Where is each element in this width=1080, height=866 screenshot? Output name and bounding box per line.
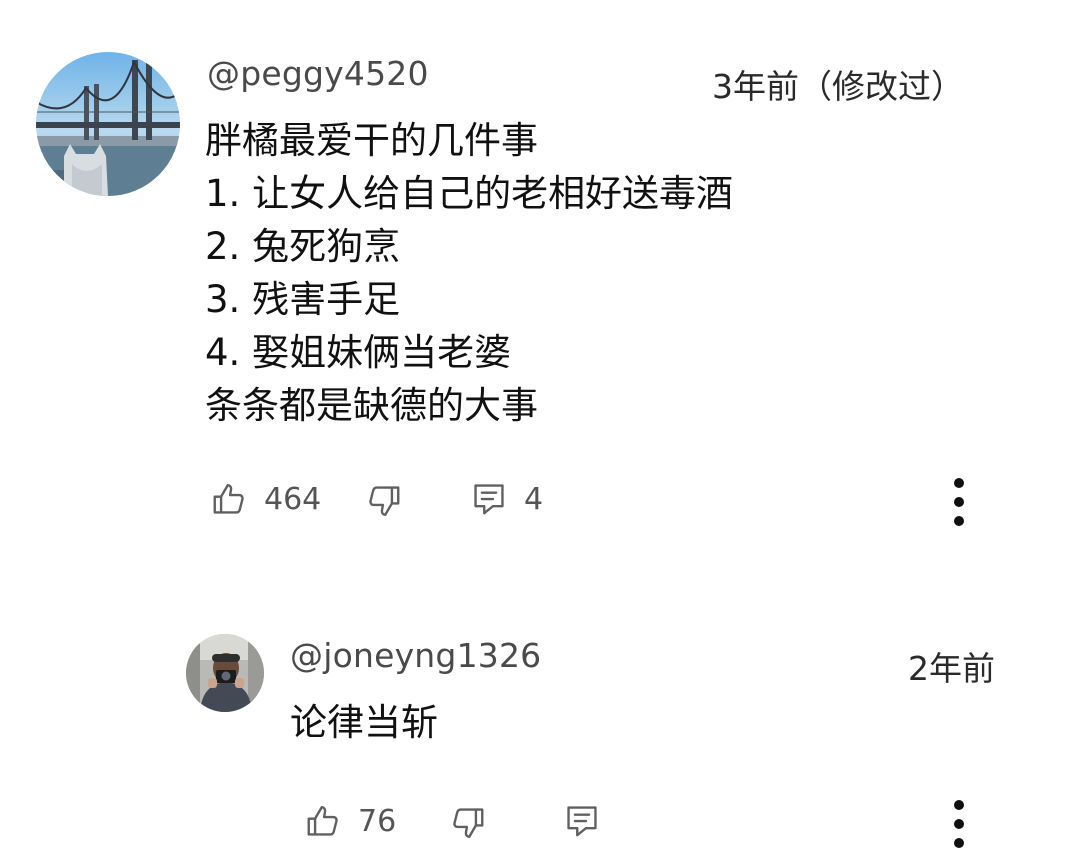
comment-line: 2. 兔死狗烹 <box>205 225 401 268</box>
thumbs-down-icon <box>449 804 487 842</box>
bridge-photo-avatar-icon <box>36 52 180 196</box>
comment-icon <box>470 480 508 518</box>
dislike-button[interactable] <box>449 804 487 842</box>
reply-button[interactable]: 4 <box>470 480 543 518</box>
comment-timestamp: 3年前（修改过） <box>712 67 964 106</box>
like-count: 464 <box>264 481 322 517</box>
reply-count: 4 <box>524 481 544 517</box>
thumbs-up-icon <box>304 802 342 840</box>
comment-body: 胖橘最爱干的几件事 1. 让女人给自己的老相好送毒酒 2. 兔死狗烹 3. 残害… <box>205 114 733 432</box>
comment-timestamp: 2年前 <box>908 649 995 688</box>
like-button[interactable]: 76 <box>304 802 396 840</box>
more-vertical-icon[interactable] <box>953 478 965 530</box>
comment-line: 3. 残害手足 <box>205 278 401 321</box>
like-button[interactable]: 464 <box>210 480 321 518</box>
comment-line: 胖橘最爱干的几件事 <box>205 119 538 162</box>
comment-line: 4. 娶姐妹俩当老婆 <box>205 331 512 374</box>
comment-line: 条条都是缺德的大事 <box>205 384 538 427</box>
thumbs-up-icon <box>210 480 248 518</box>
avatar[interactable] <box>186 634 264 712</box>
comments-page: @peggy4520 3年前（修改过） 胖橘最爱干的几件事 1. 让女人给自己的… <box>0 0 1080 866</box>
dislike-button[interactable] <box>365 482 403 520</box>
reply-button[interactable] <box>563 802 601 840</box>
comment-line: 论律当斩 <box>290 701 438 744</box>
comment-body: 论律当斩 <box>290 696 438 749</box>
comment-author-handle[interactable]: @peggy4520 <box>207 54 429 93</box>
more-vertical-icon[interactable] <box>953 800 965 852</box>
comment-author-handle[interactable]: @joneyng1326 <box>290 636 541 675</box>
comment-icon <box>563 802 601 840</box>
person-with-camera-avatar-icon <box>186 634 264 712</box>
avatar[interactable] <box>36 52 180 196</box>
thumbs-down-icon <box>365 482 403 520</box>
comment-line: 1. 让女人给自己的老相好送毒酒 <box>205 172 734 215</box>
like-count: 76 <box>358 803 397 839</box>
